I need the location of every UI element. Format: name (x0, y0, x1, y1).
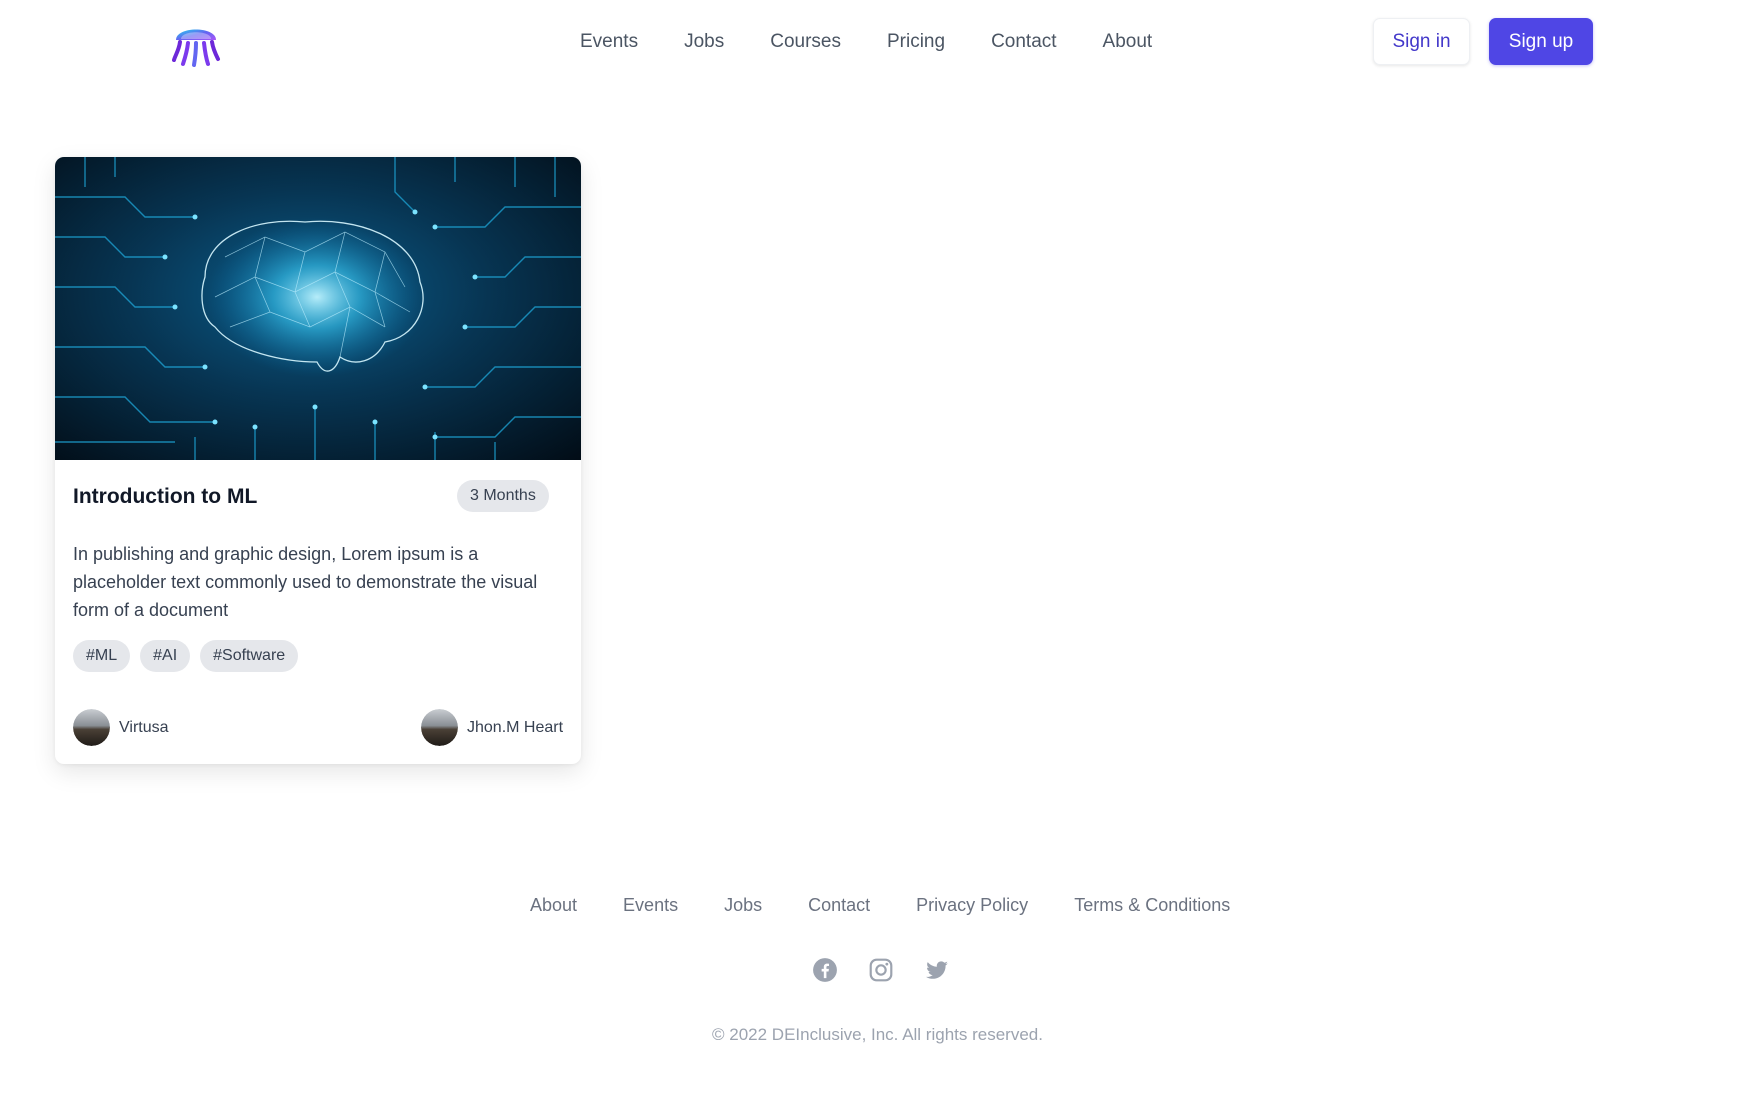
company-name: Virtusa (119, 718, 169, 736)
main-nav: Events Jobs Courses Pricing Contact Abou… (580, 0, 1152, 84)
nav-about[interactable]: About (1103, 31, 1153, 53)
footer-link-privacy[interactable]: Privacy Policy (916, 895, 1028, 916)
sign-in-button[interactable]: Sign in (1373, 18, 1470, 65)
tag-ml[interactable]: #ML (73, 640, 131, 672)
instructor-avatar (421, 709, 458, 746)
instructor-info[interactable]: Jhon.M Heart (421, 709, 563, 746)
copyright-text: © 2022 DEInclusive, Inc. All rights rese… (712, 1025, 1043, 1044)
footer-nav: About Events Jobs Contact Privacy Policy… (530, 895, 1230, 916)
nav-pricing[interactable]: Pricing (887, 31, 945, 53)
tag-software[interactable]: #Software (200, 640, 299, 672)
tag-ai[interactable]: #AI (140, 640, 191, 672)
company-avatar (73, 709, 110, 746)
instagram-icon[interactable] (868, 957, 894, 983)
nav-events[interactable]: Events (580, 31, 638, 53)
company-info[interactable]: Virtusa (73, 709, 169, 746)
duration-badge: 3 Months (457, 480, 549, 512)
footer-link-terms[interactable]: Terms & Conditions (1074, 895, 1230, 916)
nav-courses[interactable]: Courses (770, 31, 841, 53)
nav-contact[interactable]: Contact (991, 31, 1056, 53)
facebook-icon[interactable] (812, 957, 838, 983)
footer-link-events[interactable]: Events (623, 895, 678, 916)
brain-circuit-image (55, 157, 581, 460)
course-description: In publishing and graphic design, Lorem … (73, 544, 538, 620)
nav-jobs[interactable]: Jobs (684, 31, 724, 53)
footer-link-contact[interactable]: Contact (808, 895, 870, 916)
sign-up-button[interactable]: Sign up (1489, 18, 1593, 65)
jellyfish-logo-icon[interactable] (170, 16, 222, 68)
tag-list: #ML #AI #Software (73, 640, 299, 672)
twitter-icon[interactable] (924, 957, 950, 983)
course-title[interactable]: Introduction to ML (73, 485, 257, 509)
instructor-name: Jhon.M Heart (467, 718, 564, 736)
footer-link-about[interactable]: About (530, 895, 577, 916)
social-links (812, 957, 950, 983)
footer-link-jobs[interactable]: Jobs (724, 895, 762, 916)
course-card[interactable]: Introduction to ML 3 Months In publishin… (55, 157, 581, 764)
site-header: Events Jobs Courses Pricing Contact Abou… (0, 0, 1755, 84)
